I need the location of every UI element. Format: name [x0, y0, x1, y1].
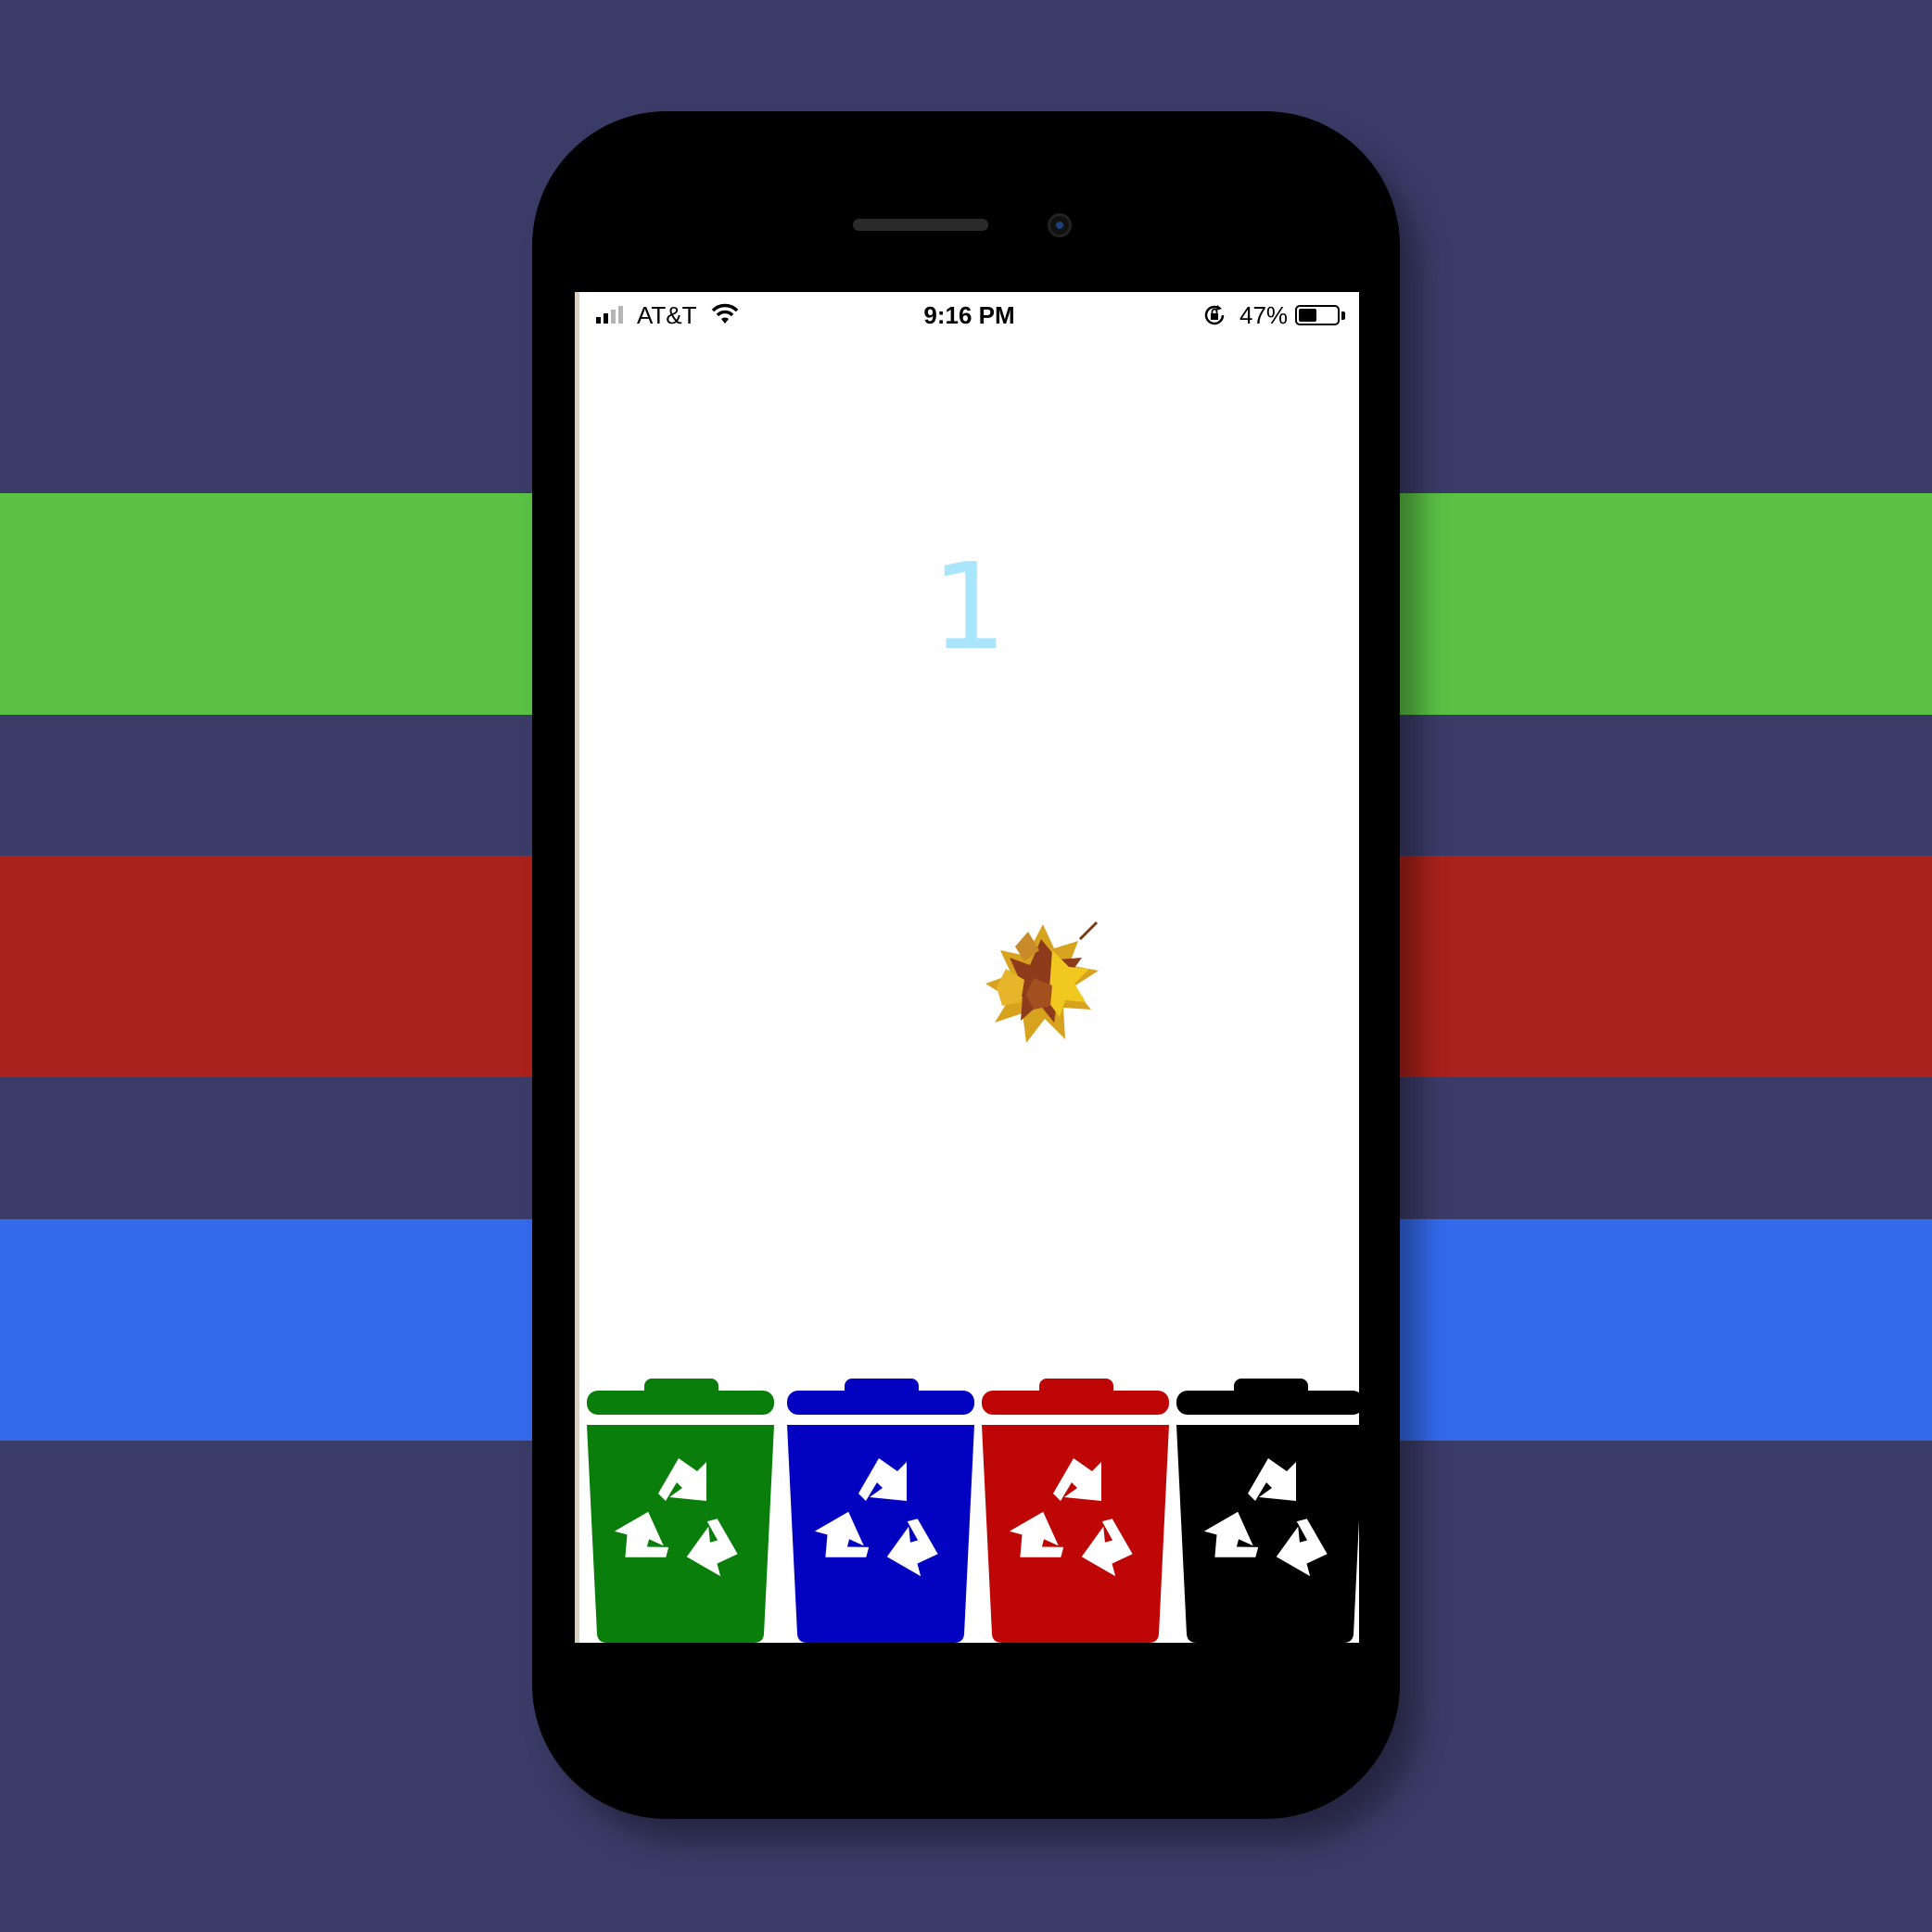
- phone-frame: AT&T 9:16 PM 47% 1: [532, 111, 1400, 1819]
- bin-black[interactable]: [1176, 1379, 1359, 1643]
- leaves-icon[interactable]: [969, 913, 1117, 1061]
- battery-percent: 47%: [1239, 301, 1289, 329]
- status-bar: AT&T 9:16 PM 47%: [579, 292, 1359, 338]
- phone-speaker: [853, 219, 988, 231]
- bin-green[interactable]: [587, 1379, 774, 1643]
- game-screen[interactable]: AT&T 9:16 PM 47% 1: [575, 292, 1359, 1643]
- orientation-lock-icon: [1202, 303, 1227, 334]
- battery-icon: [1295, 305, 1340, 325]
- bin-red[interactable]: [982, 1379, 1169, 1643]
- battery-tip: [1341, 311, 1345, 320]
- score-counter: 1: [931, 539, 1008, 677]
- phone-camera: [1048, 213, 1072, 237]
- recycling-bins: [587, 1379, 1359, 1643]
- bin-blue[interactable]: [787, 1379, 974, 1643]
